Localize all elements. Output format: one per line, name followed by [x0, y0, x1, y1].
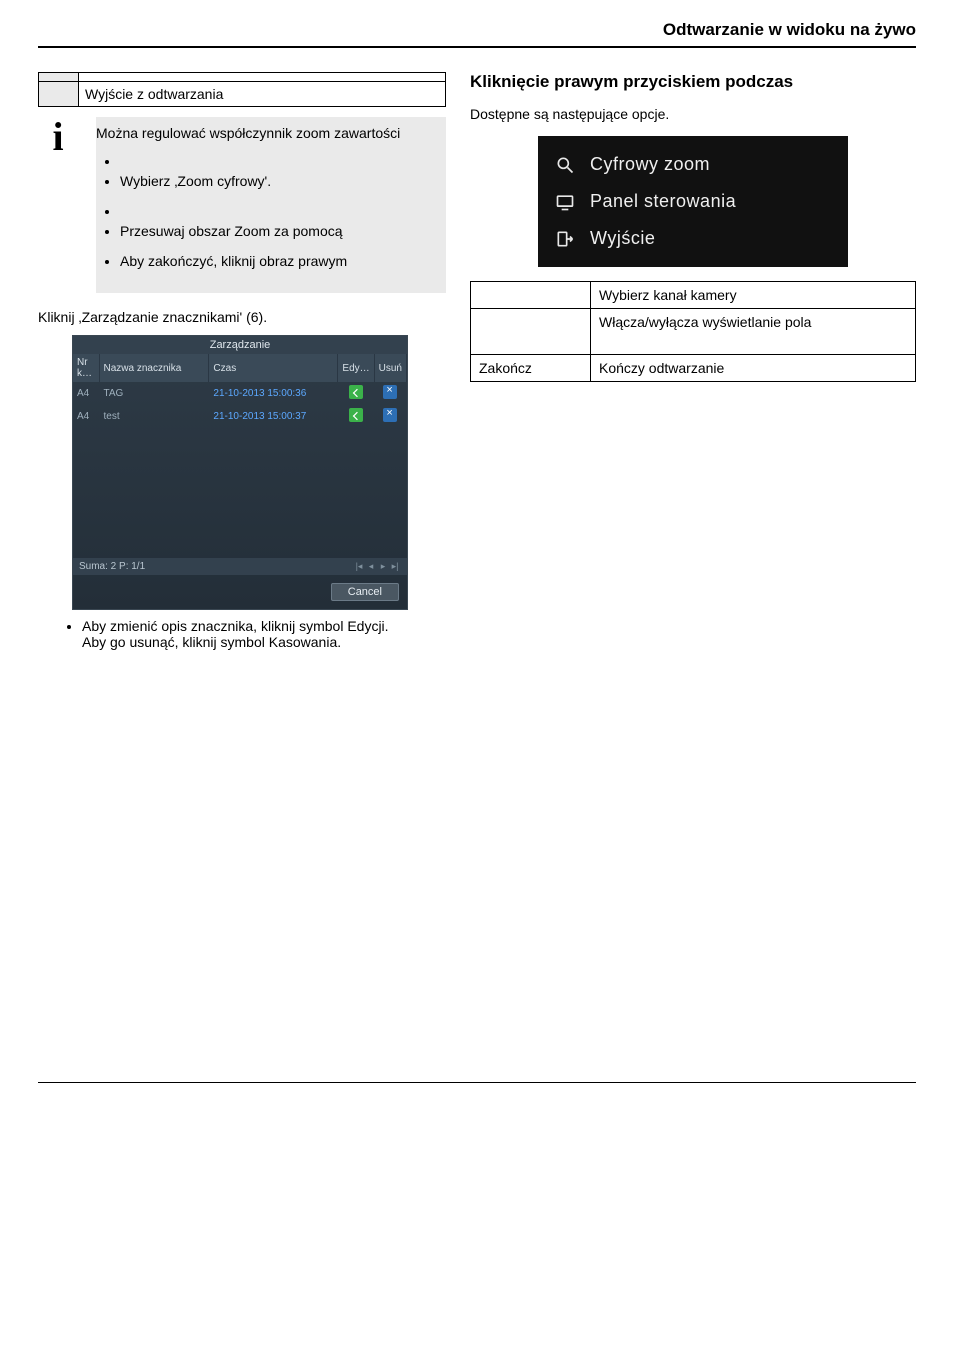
- info-bullet-2: Wybierz ‚Zoom cyfrowy'.: [120, 173, 440, 189]
- exit-label-cell: Wyjście z odtwarzania: [79, 82, 446, 107]
- col-delete: Usuń: [374, 354, 406, 382]
- col-edit: Edy…: [338, 354, 374, 382]
- dialog-status: Suma: 2 P: 1/1: [79, 561, 145, 572]
- right-intro: Dostępne są następujące opcje.: [470, 106, 916, 122]
- right-heading: Kliknięcie prawym przyciskiem podczas: [470, 72, 916, 92]
- exit-empty-cell: [79, 73, 446, 82]
- col-name: Nazwa znacznika: [99, 354, 209, 382]
- markers-intro: Kliknij ‚Zarządzanie znacznikami' (6).: [38, 309, 446, 325]
- exit-icon: [554, 229, 576, 249]
- info-block: Można regulować współczynnik zoom zawart…: [96, 117, 446, 293]
- menu-item-exit[interactable]: Wyjście: [552, 220, 834, 257]
- menu-item-digital-zoom[interactable]: Cyfrowy zoom: [552, 146, 834, 183]
- col-time: Czas: [209, 354, 338, 382]
- dialog-title: Zarządzanie: [73, 336, 407, 354]
- info-bullet-empty-2: [120, 203, 440, 219]
- menu-label: Wyjście: [590, 228, 655, 249]
- exit-icon-cell: [39, 73, 79, 82]
- pager[interactable]: |◂◂▸▸|: [353, 561, 401, 572]
- footer-rule: [38, 1082, 916, 1083]
- info-bullet-5: Aby zakończyć, kliknij obraz prawym: [120, 253, 440, 269]
- desc-left: Zakończ: [471, 355, 591, 382]
- edit-icon[interactable]: [349, 408, 363, 422]
- info-bullet-4: Przesuwaj obszar Zoom za pomocą: [120, 223, 440, 239]
- magnifier-icon: [554, 155, 576, 175]
- cell-time: 21-10-2013 15:00:36: [209, 382, 338, 405]
- menu-label: Cyfrowy zoom: [590, 154, 710, 175]
- delete-icon[interactable]: [383, 408, 397, 422]
- menu-label: Panel sterowania: [590, 191, 736, 212]
- post-dialog-bullet: Aby zmienić opis znacznika, kliknij symb…: [82, 618, 446, 650]
- desc-left: [471, 282, 591, 309]
- edit-icon[interactable]: [349, 385, 363, 399]
- desc-left: [471, 309, 591, 355]
- desc-right: Włącza/wyłącza wyświetlanie pola: [591, 309, 916, 355]
- context-menu: Cyfrowy zoom Panel sterowania Wyjśc: [538, 136, 848, 267]
- cell-channel: A4: [73, 382, 99, 405]
- cell-name: TAG: [99, 382, 209, 405]
- desc-right: Kończy odtwarzanie: [591, 355, 916, 382]
- col-channel: Nr k…: [73, 354, 99, 382]
- table-row[interactable]: A4 TAG 21-10-2013 15:00:36: [73, 382, 407, 405]
- delete-icon[interactable]: [383, 385, 397, 399]
- cell-name: test: [99, 405, 209, 428]
- options-description-table: Wybierz kanał kamery Włącza/wyłącza wyśw…: [470, 281, 916, 382]
- info-bullet-empty-1: [120, 153, 440, 169]
- cancel-button[interactable]: Cancel: [331, 583, 399, 601]
- marker-management-dialog: Zarządzanie Nr k… Nazwa znacznika Czas E…: [72, 335, 408, 610]
- table-row[interactable]: A4 test 21-10-2013 15:00:37: [73, 405, 407, 428]
- cell-channel: A4: [73, 405, 99, 428]
- desc-right: Wybierz kanał kamery: [591, 282, 916, 309]
- info-icon: i: [38, 117, 78, 157]
- exit-icon-cell-2: [39, 82, 79, 107]
- menu-item-control-panel[interactable]: Panel sterowania: [552, 183, 834, 220]
- page-header: Odtwarzanie w widoku na żywo: [38, 20, 916, 48]
- info-text: Można regulować współczynnik zoom zawart…: [96, 121, 440, 147]
- panel-icon: [554, 192, 576, 212]
- exit-table: Wyjście z odtwarzania: [38, 72, 446, 107]
- cell-time: 21-10-2013 15:00:37: [209, 405, 338, 428]
